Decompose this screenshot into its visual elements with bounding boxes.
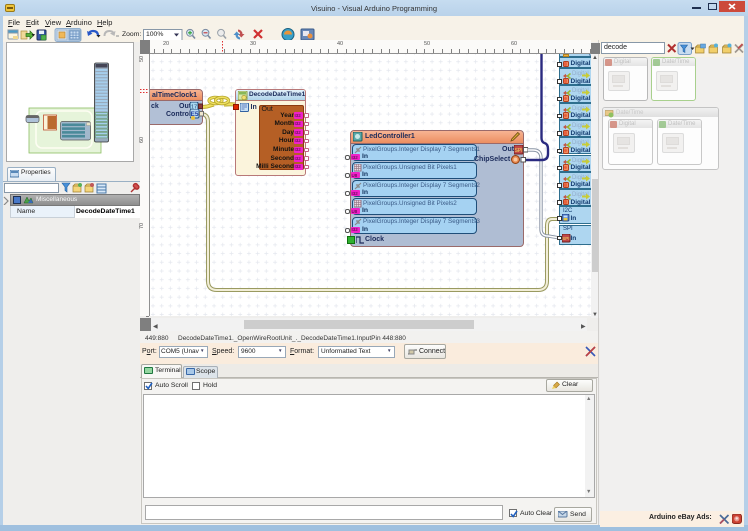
svg-text:SPI: SPI xyxy=(515,148,523,154)
svg-text:SPI: SPI xyxy=(562,236,569,241)
